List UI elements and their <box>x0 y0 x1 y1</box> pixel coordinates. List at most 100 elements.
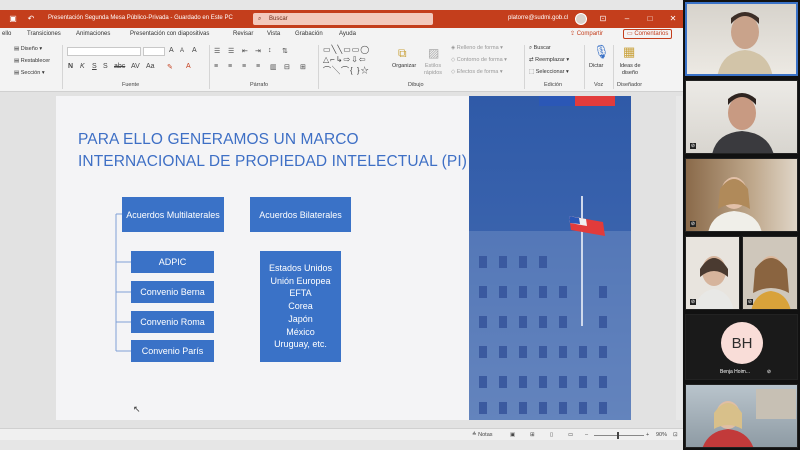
group-label-font: Fuente <box>122 82 140 88</box>
tab-slideshow[interactable]: Presentación con diapositivas <box>130 31 209 37</box>
shadow-icon[interactable]: S <box>103 63 108 70</box>
participant-tile[interactable]: ⊘ <box>742 236 798 310</box>
shapes-gallery-icon[interactable]: ▭╲╲▭▭◯ <box>323 45 370 54</box>
columns-icon[interactable]: ▥ <box>270 63 277 71</box>
align-right-icon[interactable]: ≡ <box>242 63 246 70</box>
increase-indent-icon[interactable]: ⇥ <box>255 47 261 55</box>
design-button[interactable]: ▤ Diseño ▾ <box>14 46 42 52</box>
shrink-font-icon[interactable]: A <box>180 48 184 54</box>
vertical-scrollbar[interactable] <box>676 96 682 420</box>
search-box[interactable]: ⌕ Buscar <box>253 13 433 25</box>
building-window <box>599 402 607 414</box>
select-button[interactable]: ⬚ Seleccionar ▾ <box>529 69 569 75</box>
shape-effects-label: Efectos de forma <box>456 69 499 75</box>
slide-sorter-icon[interactable]: ⊞ <box>530 432 535 438</box>
slide-canvas[interactable]: PARA ELLO GENERAMOS UN MARCO INTERNACION… <box>56 96 631 420</box>
fit-slide-icon[interactable]: ⊡ <box>673 432 678 438</box>
highlight-icon[interactable]: ✎ <box>167 63 173 71</box>
participant-tile[interactable]: ⊘ <box>685 158 798 232</box>
bullets-icon[interactable]: ☰ <box>214 47 220 55</box>
comments-button[interactable]: ▭ Comentarios <box>623 29 673 39</box>
chile-flag-icon <box>569 216 605 236</box>
ribbon-display-icon[interactable]: ⊡ <box>598 14 608 24</box>
dictate-button[interactable]: Dictar <box>589 63 603 69</box>
zoom-slider-thumb[interactable] <box>617 432 619 439</box>
ribbon: ▤ Diseño ▾ ▤ Restablecer ▤ Sección ▾ A A… <box>0 41 683 92</box>
shape-fill-button[interactable]: ◈ Relleno de forma ▾ <box>451 45 503 51</box>
share-button[interactable]: ⇪ Compartir <box>570 30 603 37</box>
line-spacing-icon[interactable]: ↕ <box>268 47 272 54</box>
shapes-gallery-row3-icon[interactable]: ⌒╲⌒{ }☆ <box>323 65 370 76</box>
text-direction-icon[interactable]: ⇅ <box>282 47 288 55</box>
zoom-in-icon[interactable]: + <box>646 432 649 438</box>
zoom-slider[interactable] <box>594 435 644 436</box>
multilateral-heading-box[interactable]: Acuerdos Multilaterales <box>122 197 224 232</box>
strikethrough-icon[interactable]: abc <box>114 63 125 70</box>
multilateral-item-paris[interactable]: Convenio París <box>131 340 214 362</box>
participant-tile[interactable] <box>685 384 798 448</box>
grow-font-icon[interactable]: A <box>169 47 174 54</box>
muted-mic-icon: ⊘ <box>766 369 772 375</box>
shape-effects-button[interactable]: ◇ Efectos de forma ▾ <box>451 69 503 75</box>
align-center-icon[interactable]: ≡ <box>228 63 232 70</box>
quick-styles-button[interactable]: Estilos rápidos <box>420 63 446 77</box>
building-window <box>539 316 547 328</box>
shapes-gallery-row2-icon[interactable]: △⌐↳⇨⇩⇦ <box>323 55 367 64</box>
decrease-indent-icon[interactable]: ⇤ <box>242 47 248 55</box>
reading-view-icon[interactable]: ▯ <box>550 432 553 438</box>
close-icon[interactable]: ✕ <box>668 14 678 24</box>
reset-button[interactable]: ▤ Restablecer <box>14 58 50 64</box>
participant-tile[interactable]: ⊘ <box>685 80 798 154</box>
design-label: Diseño <box>20 46 38 52</box>
maximize-icon[interactable]: □ <box>645 14 655 24</box>
clear-format-icon[interactable]: A <box>192 47 197 54</box>
zoom-out-icon[interactable]: – <box>585 432 588 438</box>
shape-outline-button[interactable]: ◇ Contorno de forma ▾ <box>451 57 507 63</box>
bilateral-item: México <box>286 326 315 337</box>
tab-review[interactable]: Revisar <box>233 31 253 37</box>
participant-tile[interactable] <box>685 2 798 76</box>
tab-animations[interactable]: Animaciones <box>76 31 110 37</box>
font-size-box[interactable] <box>143 47 165 56</box>
bilateral-heading-box[interactable]: Acuerdos Bilaterales <box>250 197 351 232</box>
align-left-icon[interactable]: ≡ <box>214 63 218 70</box>
justify-icon[interactable]: ≡ <box>256 63 260 70</box>
zoom-level[interactable]: 90% <box>656 432 667 438</box>
multilateral-item-adpic[interactable]: ADPIC <box>131 251 214 273</box>
multilateral-item-roma[interactable]: Convenio Roma <box>131 311 214 333</box>
section-button[interactable]: ▤ Sección ▾ <box>14 70 45 76</box>
align-text-icon[interactable]: ⊟ <box>284 63 290 71</box>
tab-view[interactable]: Vista <box>267 31 280 37</box>
building-window <box>479 316 487 328</box>
building-window <box>559 316 567 328</box>
spacing-icon[interactable]: AV <box>131 63 140 70</box>
tab-help[interactable]: Ayuda <box>339 31 356 37</box>
numbering-icon[interactable]: ☰ <box>228 47 234 55</box>
design-ideas-button[interactable]: Ideas de diseño <box>617 63 643 77</box>
font-color-icon[interactable]: A <box>186 63 191 70</box>
slideshow-view-icon[interactable]: ▭ <box>568 432 573 438</box>
italic-icon[interactable]: K <box>80 63 85 70</box>
replace-button[interactable]: ⇄ Reemplazar ▾ <box>529 57 569 63</box>
tab-insert[interactable]: ello <box>2 31 11 37</box>
normal-view-icon[interactable]: ▣ <box>510 432 515 438</box>
user-email[interactable]: platorre@sudmi.gob.cl <box>508 15 568 21</box>
tab-recording[interactable]: Grabación <box>295 31 323 37</box>
arrange-button[interactable]: Organizar <box>392 63 416 69</box>
bilateral-list-box[interactable]: Estados Unidos Unión Europea EFTA Corea … <box>260 251 341 362</box>
smartart-icon[interactable]: ⊞ <box>300 63 306 71</box>
bold-icon[interactable]: N <box>68 63 73 70</box>
undo-icon[interactable]: ↶ <box>26 14 36 24</box>
multilateral-item-berna[interactable]: Convenio Berna <box>131 281 214 303</box>
present-icon[interactable]: ▣ <box>8 14 18 24</box>
minimize-icon[interactable]: – <box>622 14 632 24</box>
notes-button[interactable]: ≙ Notas <box>472 432 493 438</box>
tab-transitions[interactable]: Transiciones <box>27 31 61 37</box>
font-name-box[interactable] <box>67 47 141 56</box>
find-button[interactable]: ⌕ Buscar <box>529 45 551 52</box>
case-icon[interactable]: Aa <box>146 63 155 70</box>
avatar[interactable] <box>575 13 587 25</box>
underline-icon[interactable]: S <box>92 63 97 70</box>
participant-tile[interactable]: ⊘ <box>685 236 740 310</box>
building-window <box>499 346 507 358</box>
